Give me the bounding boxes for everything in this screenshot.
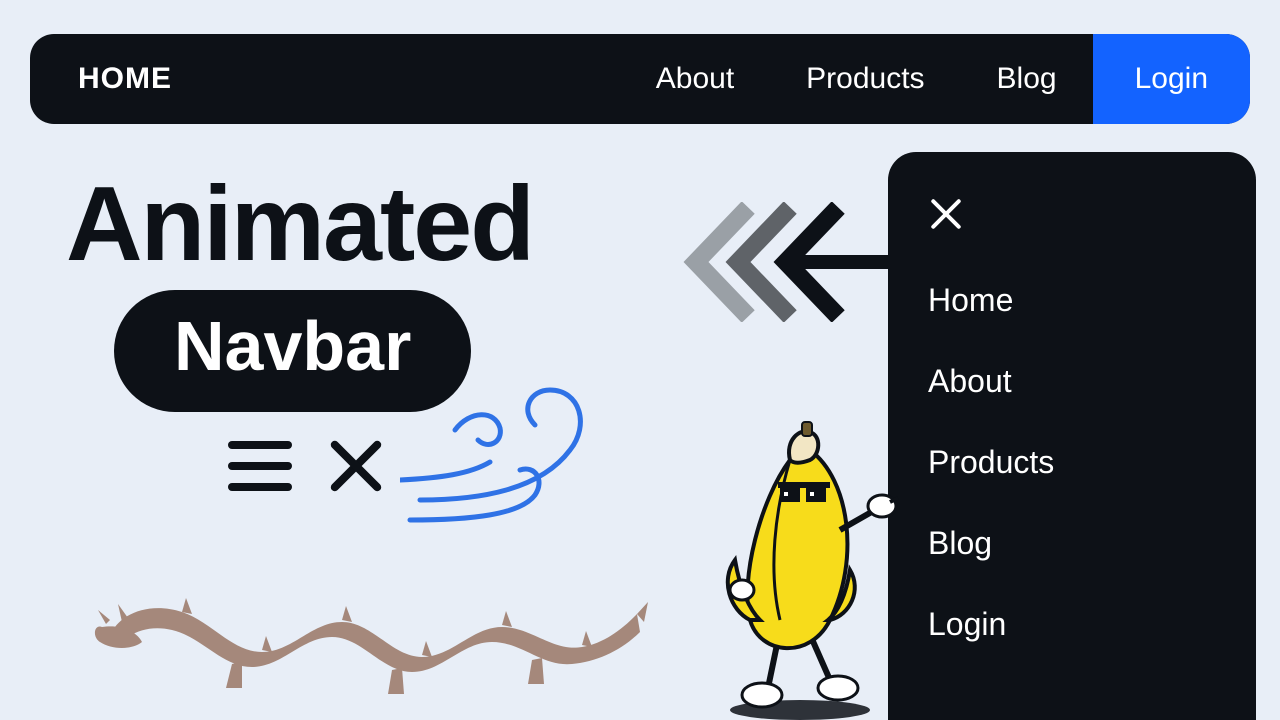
wind-swirl-icon [400,370,620,550]
top-navbar: HOME About Products Blog Login [30,34,1250,124]
chevron-left-arrow-icon [680,202,900,322]
drawer-item-about[interactable]: About [928,341,1216,422]
side-drawer: Home About Products Blog Login [888,152,1256,720]
headline-animated: Animated [66,164,533,285]
hamburger-icon[interactable] [228,441,292,491]
icon-row [228,440,382,492]
nav-home-link[interactable]: HOME [78,62,172,96]
nav-item-products[interactable]: Products [770,34,960,124]
drawer-item-login[interactable]: Login [928,584,1216,665]
banana-character-illustration [690,420,900,720]
drawer-close-button[interactable] [928,196,964,232]
drawer-item-products[interactable]: Products [928,422,1216,503]
nav-item-blog[interactable]: Blog [961,34,1093,124]
drawer-item-blog[interactable]: Blog [928,503,1216,584]
dragon-illustration [92,542,652,702]
nav-right-group: About Products Blog Login [620,34,1250,124]
nav-item-login[interactable]: Login [1093,34,1250,124]
drawer-item-home[interactable]: Home [928,260,1216,341]
nav-item-about[interactable]: About [620,34,770,124]
close-icon[interactable] [330,440,382,492]
pill-text-navbar: Navbar [174,306,411,386]
